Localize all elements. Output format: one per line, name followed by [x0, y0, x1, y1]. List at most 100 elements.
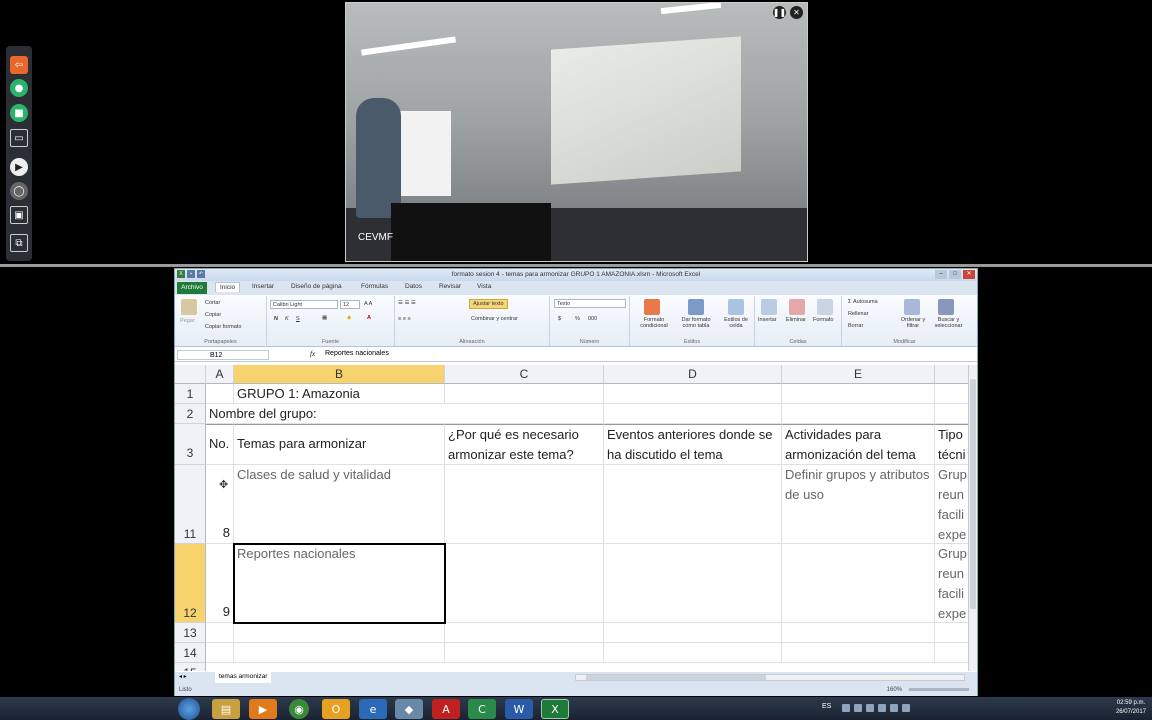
cell-d2[interactable] [604, 404, 782, 424]
borders-icon[interactable]: ▦ [322, 315, 327, 321]
cell-d12[interactable] [604, 544, 782, 623]
camtasia-icon[interactable]: C [468, 699, 496, 719]
cell-e2[interactable] [782, 404, 935, 424]
clock[interactable]: 02:59 p.m. 26/07/2017 [1116, 699, 1146, 717]
cell-f12[interactable]: Grup reun facili expe [935, 544, 969, 623]
start-button[interactable] [178, 698, 200, 720]
cell-e1[interactable] [782, 384, 935, 404]
cell-d11[interactable] [604, 465, 782, 544]
merge-center-button[interactable]: Combinar y centrar [471, 316, 518, 322]
mouse-icon[interactable]: ◯ [10, 182, 28, 200]
autosum-button[interactable]: Σ Autosuma [848, 299, 878, 305]
delete-cells-icon[interactable] [789, 299, 805, 315]
cell-a2[interactable]: Nombre del grupo: [206, 404, 445, 424]
font-size-select[interactable]: 12 [340, 300, 360, 309]
microphone-icon[interactable]: ● [10, 79, 28, 97]
word-icon[interactable]: W [505, 699, 533, 719]
find-select-button[interactable]: Buscar y seleccionar [931, 317, 966, 329]
app-icon[interactable]: ◆ [395, 699, 423, 719]
find-select-icon[interactable] [938, 299, 954, 315]
cell-c11[interactable] [445, 465, 604, 544]
minimize-button[interactable]: – [935, 270, 947, 279]
cell-a11[interactable]: 8 [206, 465, 234, 544]
presentation-icon[interactable]: ▣ [10, 206, 28, 224]
cell-a12[interactable]: 9 [206, 544, 234, 623]
row-header[interactable]: 1 [175, 384, 206, 404]
wrap-text-button[interactable]: Ajustar texto [469, 299, 508, 309]
bold-button[interactable]: N [274, 316, 278, 322]
tray-app-icon[interactable] [854, 704, 862, 712]
volume-icon[interactable] [890, 704, 898, 712]
sort-filter-icon[interactable] [904, 299, 920, 315]
format-cells-button[interactable]: Formato [813, 317, 833, 323]
cell-styles-icon[interactable] [728, 299, 744, 315]
format-table-button[interactable]: Dar formato como tabla [676, 317, 716, 329]
cell-d3[interactable]: Eventos anteriores donde se ha discutido… [604, 424, 782, 465]
excel-icon[interactable]: X [541, 699, 569, 719]
currency-button[interactable]: $ [558, 316, 561, 322]
cell-e3[interactable]: Actividades para armonización del tema [782, 424, 935, 465]
row-header[interactable]: 14 [175, 643, 206, 663]
cell-c13[interactable] [445, 623, 604, 643]
row-header[interactable]: 11 [175, 465, 206, 544]
cell-c1[interactable] [445, 384, 604, 404]
cell-d13[interactable] [604, 623, 782, 643]
cell-b3[interactable]: Temas para armonizar [234, 424, 445, 465]
copy-button[interactable]: Copiar [205, 312, 221, 318]
close-icon[interactable]: ✕ [790, 6, 803, 19]
format-painter-button[interactable]: Copiar formato [205, 324, 241, 330]
tab-vista[interactable]: Vista [477, 283, 491, 290]
close-button[interactable]: ✕ [963, 270, 975, 279]
explorer-icon[interactable]: ▤ [212, 699, 240, 719]
number-format-select[interactable]: Texto [554, 299, 626, 308]
tab-revisar[interactable]: Revisar [439, 283, 461, 290]
tab-diseno[interactable]: Diseño de página [291, 283, 342, 290]
cell-e14[interactable] [782, 643, 935, 663]
language-indicator[interactable]: ES [822, 703, 831, 710]
format-table-icon[interactable] [688, 299, 704, 315]
column-header-e[interactable]: E [782, 365, 935, 384]
italic-button[interactable]: K [285, 316, 289, 322]
delete-cells-button[interactable]: Eliminar [786, 317, 806, 323]
row-header[interactable]: 2 [175, 404, 206, 424]
cell-b13[interactable] [234, 623, 445, 643]
cell-f11[interactable]: Grup reun facili expe [935, 465, 969, 544]
screen-icon[interactable]: ▭ [10, 129, 28, 147]
cell-f14[interactable] [935, 643, 969, 663]
horizontal-scrollbar[interactable] [575, 674, 965, 681]
acrobat-icon[interactable]: A [432, 699, 460, 719]
cell-b1[interactable]: GRUPO 1: Amazonia [234, 384, 445, 404]
cell-e12[interactable] [782, 544, 935, 623]
name-box[interactable]: B12 [177, 350, 269, 360]
tab-inicio[interactable]: Inicio [215, 282, 241, 292]
tab-insertar[interactable]: Insertar [252, 283, 274, 290]
tab-datos[interactable]: Datos [405, 283, 422, 290]
share-icon[interactable]: ⇦ [10, 56, 28, 74]
format-cells-icon[interactable] [817, 299, 833, 315]
cell-b14[interactable] [234, 643, 445, 663]
font-name-select[interactable]: Calibri Light [270, 300, 338, 309]
conditional-format-icon[interactable] [644, 299, 660, 315]
cell-b12[interactable]: Reportes nacionales [234, 544, 445, 623]
percent-button[interactable]: % [575, 316, 580, 322]
tray-app-icon[interactable] [866, 704, 874, 712]
column-header-c[interactable]: C [445, 365, 604, 384]
fill-color-icon[interactable]: ◆ [347, 315, 351, 321]
thousands-button[interactable]: 000 [588, 316, 597, 322]
grow-font-icon[interactable]: A A [364, 301, 372, 307]
row-header[interactable]: 12 [175, 544, 206, 623]
align-top-icon[interactable]: ☰ ☰ ☰ [398, 300, 416, 306]
column-header-f[interactable] [935, 365, 969, 384]
insert-cells-icon[interactable] [761, 299, 777, 315]
zoom-slider[interactable] [909, 688, 969, 691]
cell-a1[interactable] [206, 384, 234, 404]
column-header-a[interactable]: A [206, 365, 234, 384]
cell-a13[interactable] [206, 623, 234, 643]
cell-d14[interactable] [604, 643, 782, 663]
sort-filter-button[interactable]: Ordenar y filtrar [897, 317, 929, 329]
row-header[interactable]: 13 [175, 623, 206, 643]
sheet-tab-temas-armonizar[interactable]: temas armonizar [215, 672, 272, 683]
conditional-format-button[interactable]: Formato condicional [634, 317, 674, 329]
cell-d1[interactable] [604, 384, 782, 404]
cell-c12[interactable] [445, 544, 604, 623]
